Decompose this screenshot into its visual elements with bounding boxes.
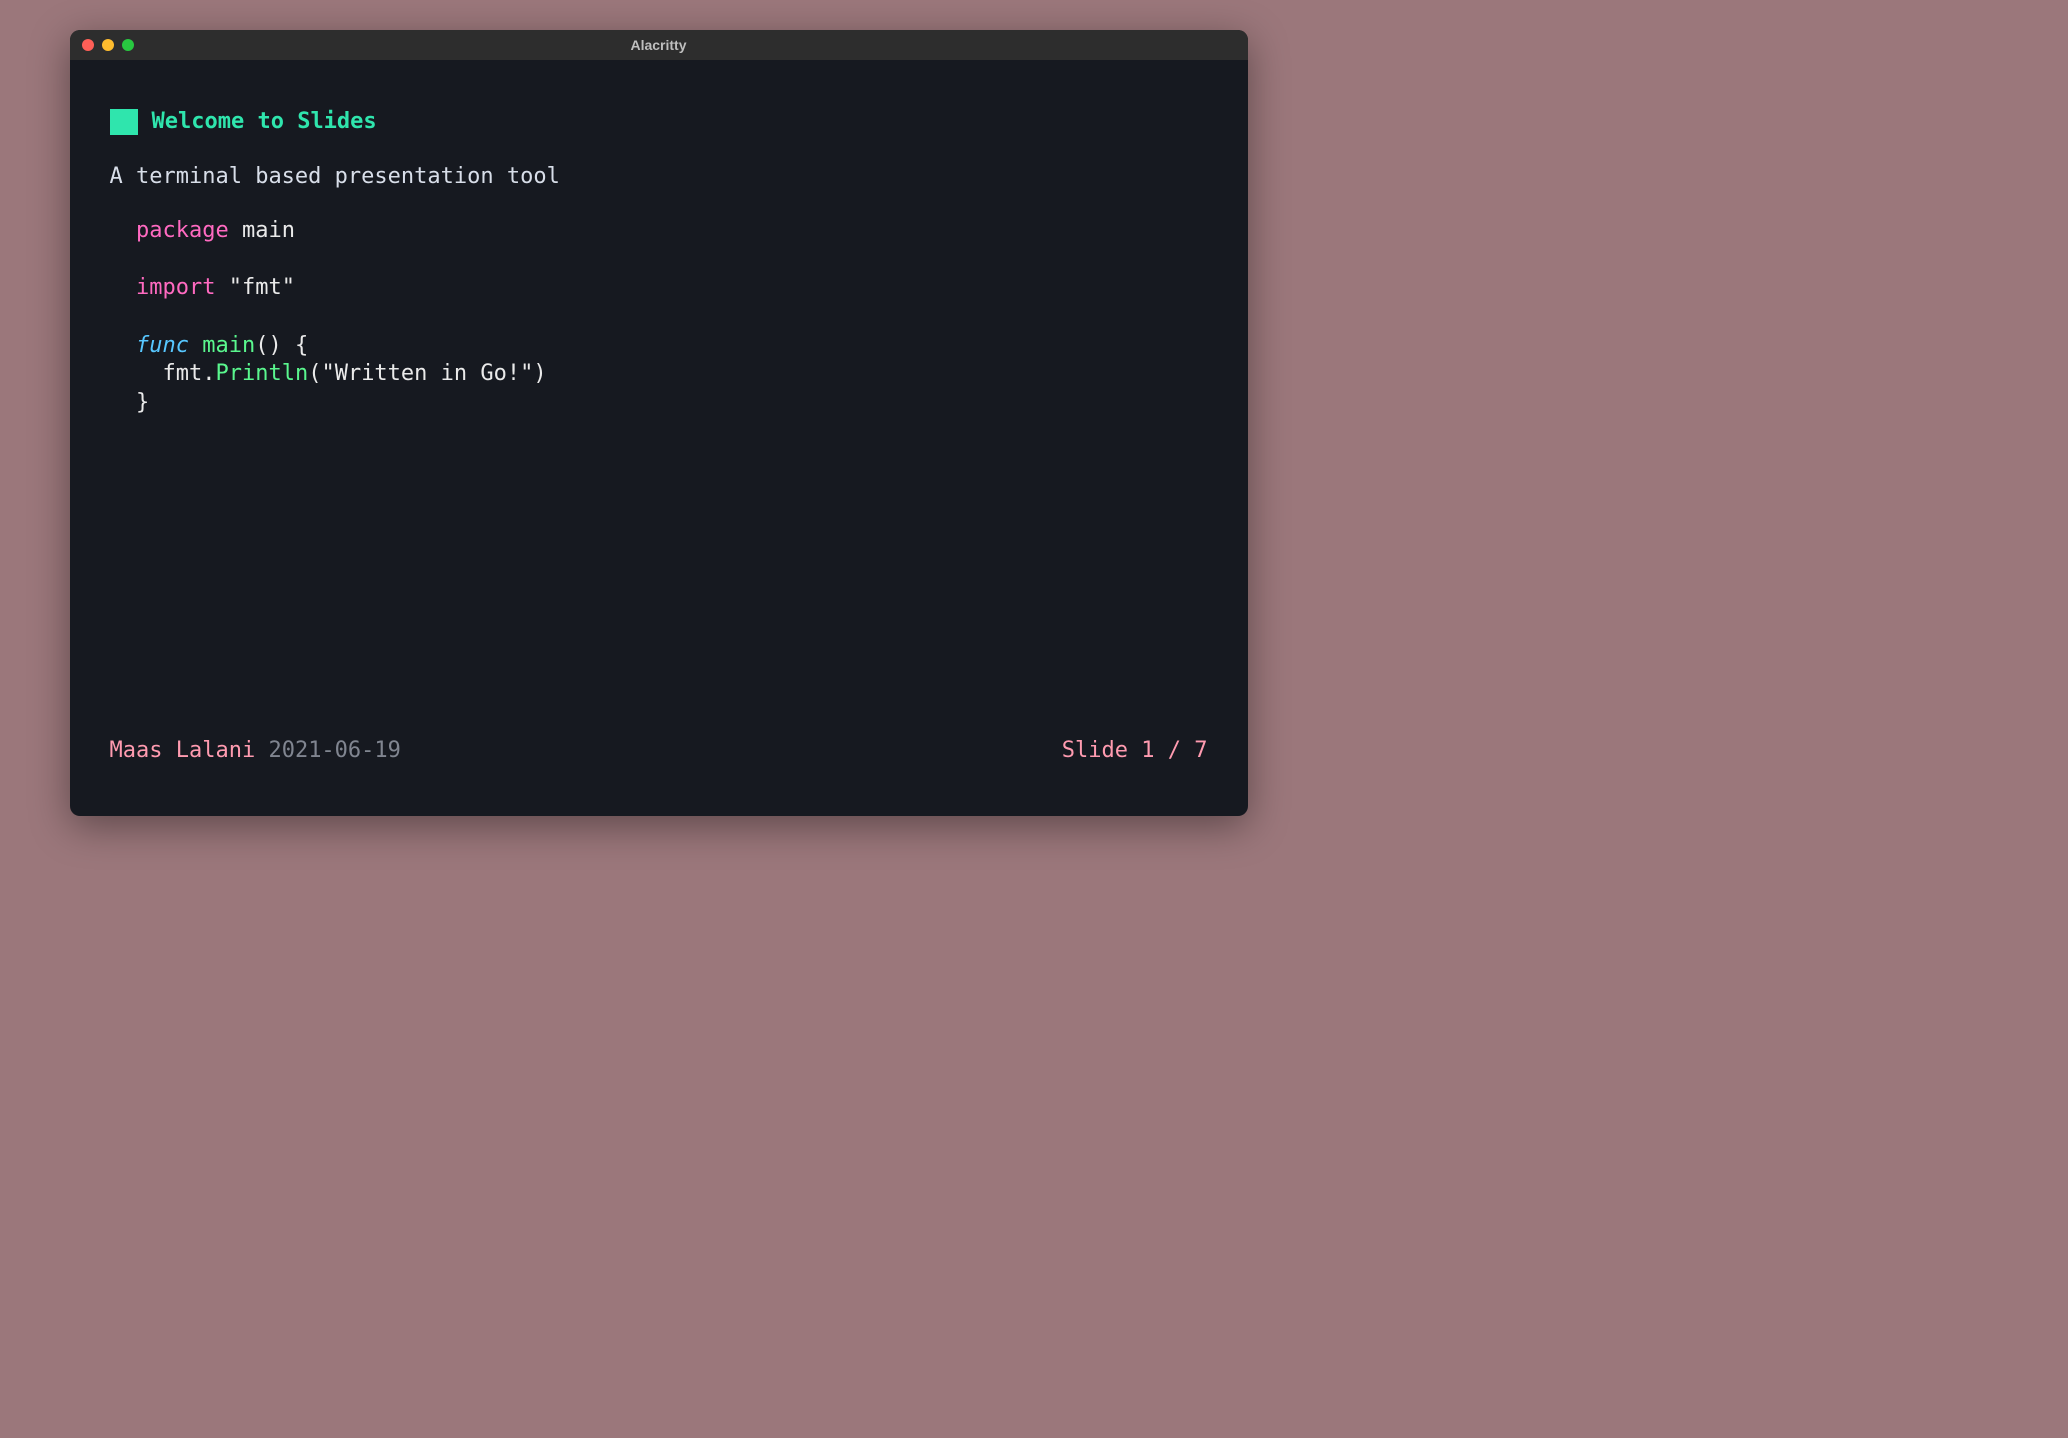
status-bar: Maas Lalani 2021-06-19 Slide 1 / 7 xyxy=(110,737,1208,786)
keyword-package: package xyxy=(136,218,229,243)
func-signature: () { xyxy=(255,333,308,358)
cursor-block-icon xyxy=(110,109,138,135)
keyword-func: func xyxy=(136,333,189,358)
traffic-lights xyxy=(70,39,134,51)
author-name: Maas Lalani xyxy=(110,738,256,763)
terminal-window: Alacritty Welcome to Slides A terminal b… xyxy=(70,30,1248,816)
call-close: ) xyxy=(533,361,546,386)
slide-date: 2021-06-19 xyxy=(268,738,400,763)
string-literal: "Written in Go!" xyxy=(321,361,533,386)
slide-subtitle: A terminal based presentation tool xyxy=(110,163,1208,192)
fmt-object: fmt xyxy=(162,361,202,386)
terminal-viewport[interactable]: Welcome to Slides A terminal based prese… xyxy=(70,60,1248,816)
slide-counter: Slide 1 / 7 xyxy=(1062,737,1208,766)
keyword-import: import xyxy=(136,275,215,300)
call-open: ( xyxy=(308,361,321,386)
slide-heading: Welcome to Slides xyxy=(152,108,377,137)
package-name: main xyxy=(242,218,295,243)
slide-content: Welcome to Slides A terminal based prese… xyxy=(110,108,1208,737)
close-icon[interactable] xyxy=(82,39,94,51)
dot: . xyxy=(202,361,215,386)
titlebar: Alacritty xyxy=(70,30,1248,60)
code-indent xyxy=(136,361,163,386)
minimize-icon[interactable] xyxy=(102,39,114,51)
window-title: Alacritty xyxy=(630,37,686,53)
code-block: package main import "fmt" func main() { … xyxy=(110,217,1208,417)
import-string: "fmt" xyxy=(229,275,295,300)
func-name: main xyxy=(202,333,255,358)
method-name: Println xyxy=(215,361,308,386)
brace-close: } xyxy=(136,390,149,415)
slide-heading-line: Welcome to Slides xyxy=(110,108,1208,137)
status-left: Maas Lalani 2021-06-19 xyxy=(110,737,401,766)
zoom-icon[interactable] xyxy=(122,39,134,51)
